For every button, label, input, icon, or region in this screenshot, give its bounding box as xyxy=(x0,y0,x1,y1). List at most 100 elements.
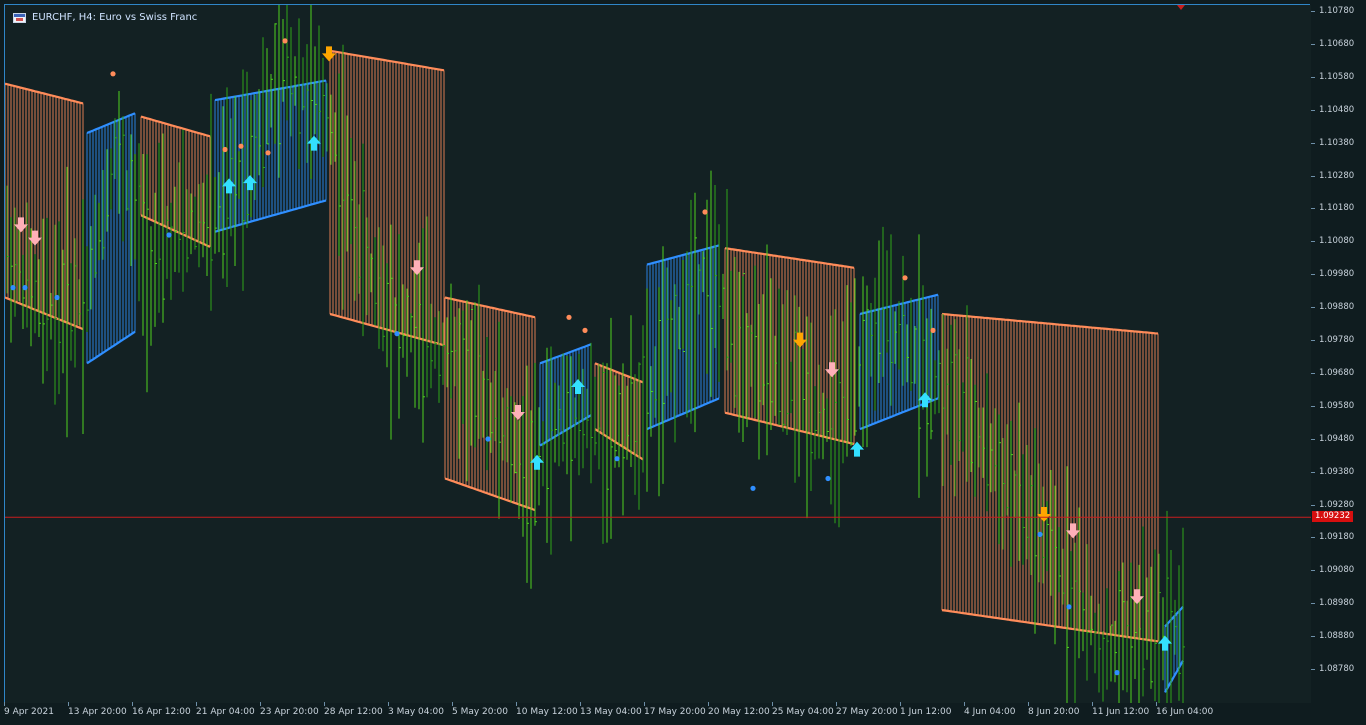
time-tick xyxy=(132,702,133,706)
price-label: 1.09580 xyxy=(1319,400,1355,411)
chart-title-bar: EURCHF, H4: Euro vs Swiss Franc xyxy=(13,12,197,23)
signal-dot xyxy=(238,143,244,149)
price-label: 1.08780 xyxy=(1319,664,1355,674)
signal-dot xyxy=(702,209,708,215)
time-tick xyxy=(68,702,69,706)
time-scale[interactable]: 9 Apr 2021 13 Apr 20:00 16 Apr 12:00 21 Apr… xyxy=(0,702,1310,725)
time-tick xyxy=(772,702,773,706)
price-label: 1.10680 xyxy=(1319,38,1355,49)
signal-dot xyxy=(394,331,400,337)
price-tick xyxy=(1311,570,1315,572)
price-label: 1.08980 xyxy=(1319,598,1355,609)
price-label: 1.10080 xyxy=(1319,236,1355,247)
time-label: 27 May 20:00 xyxy=(836,707,898,717)
signal-dot xyxy=(1037,531,1043,538)
time-label: 11 Jun 12:00 xyxy=(1092,707,1150,717)
price-label: 1.09480 xyxy=(1319,433,1355,444)
time-label: 4 Jun 04:00 xyxy=(964,707,1016,717)
time-label: 13 May 04:00 xyxy=(580,707,642,717)
price-label: 1.10780 xyxy=(1319,6,1355,16)
signal-dot xyxy=(265,150,271,156)
signal-dot xyxy=(902,275,908,281)
time-label: 3 May 04:00 xyxy=(388,707,444,717)
price-label: 1.10180 xyxy=(1319,203,1355,214)
price-tick xyxy=(1311,537,1315,539)
signal-dot xyxy=(485,436,491,442)
price-label: 1.09980 xyxy=(1319,269,1355,280)
price-chart[interactable] xyxy=(5,5,1311,703)
price-tick xyxy=(1311,340,1315,341)
signal-dot xyxy=(110,71,116,77)
price-tick xyxy=(1311,669,1315,670)
price-tick xyxy=(1311,142,1315,144)
signal-dot xyxy=(222,146,228,153)
chart-title: EURCHF, H4: Euro vs Swiss Franc xyxy=(32,12,198,23)
signal-dot xyxy=(1066,604,1072,610)
price-label: 1.09180 xyxy=(1319,532,1355,543)
signal-dot xyxy=(22,285,28,291)
signal-dot xyxy=(166,232,172,238)
time-tick xyxy=(324,702,325,706)
signal-dot xyxy=(582,327,588,333)
time-label: 5 May 20:00 xyxy=(452,707,508,717)
time-tick xyxy=(900,702,901,706)
signal-dot xyxy=(10,285,16,291)
time-tick xyxy=(196,702,197,706)
price-tick xyxy=(1311,438,1315,440)
chart-area[interactable]: EURCHF, H4: Euro vs Swiss Franc xyxy=(4,4,1311,703)
time-tick xyxy=(644,702,645,706)
price-label: 1.10380 xyxy=(1319,137,1355,148)
price-label: 1.08880 xyxy=(1319,631,1355,642)
time-tick xyxy=(516,702,517,706)
signal-dot xyxy=(566,314,572,320)
signal-dot xyxy=(282,38,288,44)
signal-dot xyxy=(750,485,756,491)
price-label: 1.09780 xyxy=(1319,335,1355,345)
time-tick xyxy=(452,702,453,706)
time-label: 21 Apr 04:00 xyxy=(196,707,255,717)
time-label: 1 Jun 12:00 xyxy=(900,707,952,717)
time-label: 16 Jun 04:00 xyxy=(1156,707,1214,717)
time-tick xyxy=(260,702,261,706)
price-tick xyxy=(1311,43,1315,45)
price-label: 1.09880 xyxy=(1319,302,1355,313)
chart-background xyxy=(5,5,1311,703)
time-label: 17 May 20:00 xyxy=(644,707,706,717)
price-tick xyxy=(1311,109,1315,111)
price-label: 1.09080 xyxy=(1319,565,1355,576)
price-tick xyxy=(1311,636,1315,638)
price-tick xyxy=(1311,504,1315,506)
signal-dot xyxy=(614,456,620,462)
price-label: 1.10480 xyxy=(1319,104,1355,115)
price-tick xyxy=(1311,11,1315,12)
price-tick xyxy=(1311,175,1315,177)
signal-dot xyxy=(1114,670,1120,676)
time-label: 13 Apr 20:00 xyxy=(68,707,127,717)
price-label: 1.09380 xyxy=(1319,466,1355,477)
price-label: 1.10580 xyxy=(1319,71,1355,82)
price-label: 1.10280 xyxy=(1319,170,1355,181)
time-label: 25 May 04:00 xyxy=(772,707,834,717)
signal-dot xyxy=(54,294,60,301)
current-price-label: 1.09232 xyxy=(1312,511,1354,523)
price-tick xyxy=(1311,241,1315,243)
price-tick xyxy=(1311,603,1315,605)
price-scale[interactable]: 1.10780 1.10680 1.10580 1.10480 1.10380 1.102… xyxy=(1311,0,1366,705)
price-label: 1.09280 xyxy=(1319,499,1355,510)
time-label: 10 May 12:00 xyxy=(516,707,578,717)
price-tick xyxy=(1311,372,1315,374)
price-tick xyxy=(1311,471,1315,473)
time-tick xyxy=(580,702,581,706)
time-tick xyxy=(1156,702,1157,706)
price-tick xyxy=(1311,307,1315,309)
time-tick xyxy=(964,702,965,706)
time-tick xyxy=(708,702,709,706)
price-tick xyxy=(1311,76,1315,78)
time-label: 9 Apr 2021 xyxy=(4,707,54,717)
time-label: 28 Apr 12:00 xyxy=(324,707,383,717)
time-tick xyxy=(1028,702,1029,706)
price-label: 1.09680 xyxy=(1319,367,1355,378)
time-label: 20 May 12:00 xyxy=(708,707,770,717)
time-tick xyxy=(4,702,5,706)
price-tick xyxy=(1311,405,1315,407)
